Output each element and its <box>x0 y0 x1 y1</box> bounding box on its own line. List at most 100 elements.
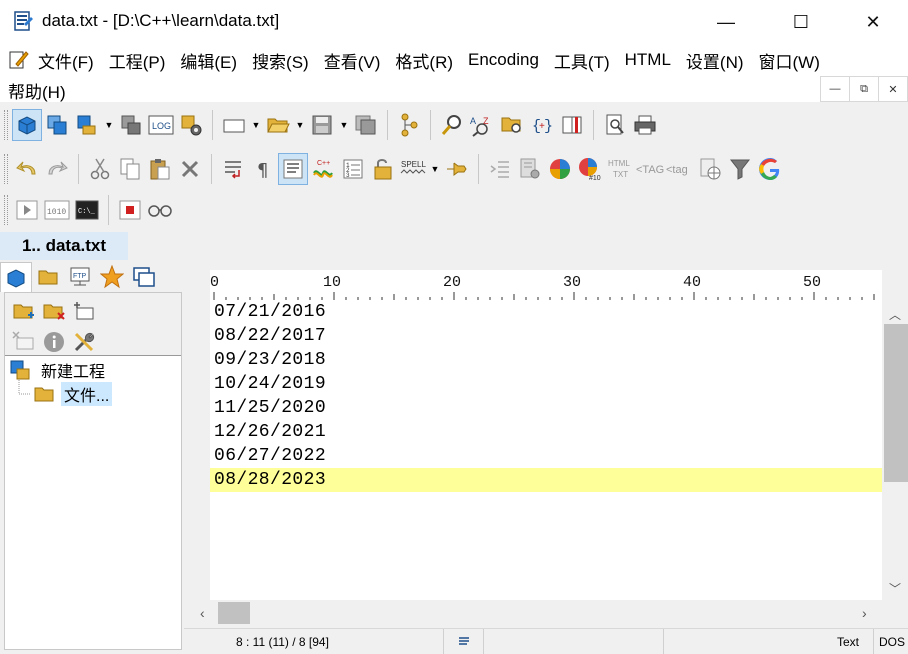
toolbar-grip[interactable] <box>4 154 8 184</box>
match-brace-button[interactable]: {} + <box>527 109 557 141</box>
bookmark-button[interactable] <box>557 109 587 141</box>
menu-help[interactable]: 帮助(H) <box>8 78 66 103</box>
project-dropdown[interactable]: ▼ <box>102 109 116 141</box>
tree-item-project[interactable]: 新建工程 <box>9 358 105 382</box>
text-editor[interactable]: 07/21/2016 08/22/2017 09/23/2018 10/24/2019… <box>210 300 882 600</box>
delete-button[interactable] <box>175 153 205 185</box>
editor-line[interactable]: 12/26/2021 <box>210 420 882 444</box>
editor-line[interactable]: 06/27/2022 <box>210 444 882 468</box>
open-file-button[interactable] <box>263 109 293 141</box>
log-button[interactable]: LOG <box>146 109 176 141</box>
properties-button[interactable] <box>39 327 69 357</box>
scroll-up-icon[interactable]: ︿ <box>889 306 901 323</box>
tree-item-folder[interactable]: 文件... <box>33 382 113 406</box>
tab-windows[interactable] <box>128 262 160 292</box>
run-button[interactable] <box>12 194 42 226</box>
spell-check-dropdown[interactable]: ▼ <box>428 153 442 185</box>
color-code-button[interactable]: #10 <box>575 153 605 185</box>
save-all-button[interactable] <box>351 109 381 141</box>
horizontal-scroll-thumb[interactable] <box>218 602 250 624</box>
maximize-button[interactable]: ☐ <box>778 0 824 44</box>
remove-folder-button[interactable] <box>39 297 69 327</box>
console-button[interactable]: C:\_ <box>72 194 102 226</box>
save-file-button[interactable] <box>307 109 337 141</box>
show-formatting-button[interactable]: ¶ <box>248 153 278 185</box>
mdi-close-button[interactable]: ✕ <box>878 76 908 102</box>
tab-ftp[interactable]: FTP <box>64 262 96 292</box>
menu-window[interactable]: 窗口(W) <box>759 48 820 73</box>
vertical-scroll-thumb[interactable] <box>884 324 908 482</box>
redo-button[interactable] <box>42 153 72 185</box>
minimize-button[interactable]: — <box>703 0 749 44</box>
menu-tools[interactable]: 工具(T) <box>554 48 610 73</box>
read-only-button[interactable] <box>368 153 398 185</box>
find-in-files-button[interactable] <box>497 109 527 141</box>
print-button[interactable] <box>630 109 660 141</box>
pin-button[interactable] <box>442 153 472 185</box>
menu-view[interactable]: 查看(V) <box>324 48 381 73</box>
project-cube-button[interactable] <box>12 109 42 141</box>
save-file-dropdown[interactable]: ▼ <box>337 109 351 141</box>
menu-project[interactable]: 工程(P) <box>109 48 166 73</box>
indent-button[interactable] <box>485 153 515 185</box>
editor-line[interactable]: 09/23/2018 <box>210 348 882 372</box>
menu-file[interactable]: 文件(F) <box>38 48 94 73</box>
open-file-dropdown[interactable]: ▼ <box>293 109 307 141</box>
editor-current-line[interactable]: 08/28/2023 <box>210 468 882 492</box>
editor-line[interactable]: 11/25/2020 <box>210 396 882 420</box>
document-tools-button[interactable] <box>515 153 545 185</box>
toolbar-grip[interactable] <box>4 195 8 225</box>
mdi-restore-button[interactable]: ⧉ <box>849 76 879 102</box>
editor-line[interactable]: 10/24/2019 <box>210 372 882 396</box>
document-tab[interactable]: 1.. data.txt <box>0 232 128 260</box>
macro-view-button[interactable] <box>145 194 175 226</box>
highlight-line-button[interactable] <box>278 153 308 185</box>
browser-preview-button[interactable] <box>695 153 725 185</box>
scroll-down-icon[interactable]: ﹀ <box>889 580 901 597</box>
menu-html[interactable]: HTML <box>625 50 671 70</box>
menu-settings[interactable]: 设置(N) <box>686 48 744 73</box>
paste-button[interactable] <box>145 153 175 185</box>
cut-button[interactable] <box>85 153 115 185</box>
html-to-text-button[interactable]: HTML TXT <box>605 153 635 185</box>
toolbar-grip[interactable] <box>4 110 8 140</box>
tab-project[interactable] <box>0 262 32 292</box>
new-project-button[interactable] <box>42 109 72 141</box>
project-settings-button[interactable] <box>176 109 206 141</box>
close-button[interactable]: ✕ <box>850 0 896 44</box>
tag-lowercase-button[interactable]: <tag <box>665 153 695 185</box>
add-file-button[interactable] <box>69 297 99 327</box>
line-numbers-button[interactable]: 123 <box>338 153 368 185</box>
vertical-scrollbar[interactable]: ︿ ﹀ <box>882 300 908 600</box>
project-settings-tool-button[interactable] <box>69 327 99 357</box>
editor-line[interactable]: 08/22/2017 <box>210 324 882 348</box>
save-project-button[interactable] <box>116 109 146 141</box>
find-button[interactable] <box>437 109 467 141</box>
function-list-button[interactable] <box>394 109 424 141</box>
mdi-minimize-button[interactable]: — <box>820 76 850 102</box>
new-file-dropdown[interactable]: ▼ <box>249 109 263 141</box>
scroll-right-icon[interactable]: › <box>862 605 867 621</box>
syntax-highlight-button[interactable]: C++ <box>308 153 338 185</box>
tab-favorites[interactable] <box>96 262 128 292</box>
horizontal-scrollbar[interactable]: ‹ › <box>200 600 882 626</box>
menu-search[interactable]: 搜索(S) <box>252 48 309 73</box>
spell-check-button[interactable]: SPELL <box>398 153 428 185</box>
open-project-button[interactable] <box>72 109 102 141</box>
print-preview-button[interactable] <box>600 109 630 141</box>
record-macro-button[interactable] <box>115 194 145 226</box>
color-palette-button[interactable] <box>545 153 575 185</box>
google-search-button[interactable] <box>755 153 785 185</box>
tag-uppercase-button[interactable]: <TAG <box>635 153 665 185</box>
copy-button[interactable] <box>115 153 145 185</box>
word-wrap-button[interactable] <box>218 153 248 185</box>
tab-explorer[interactable] <box>32 262 64 292</box>
undo-button[interactable] <box>12 153 42 185</box>
menu-encoding[interactable]: Encoding <box>468 50 539 70</box>
menu-format[interactable]: 格式(R) <box>395 48 453 73</box>
add-folder-button[interactable] <box>9 297 39 327</box>
scroll-left-icon[interactable]: ‹ <box>200 605 205 621</box>
menu-edit[interactable]: 编辑(E) <box>180 48 237 73</box>
new-file-button[interactable] <box>219 109 249 141</box>
binary-button[interactable]: 1010 <box>42 194 72 226</box>
